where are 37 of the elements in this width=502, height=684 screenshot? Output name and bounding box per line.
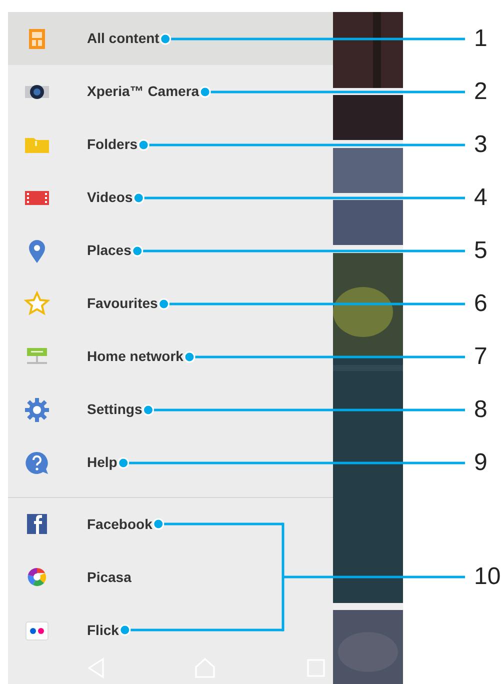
- callout-number: 10: [474, 565, 501, 589]
- menu-label: Settings: [87, 400, 142, 419]
- menu-item[interactable]: Favourites: [8, 277, 333, 330]
- menu-label: Places: [87, 241, 132, 260]
- menu-label: Help: [87, 453, 118, 472]
- menu-item[interactable]: Videos: [8, 171, 333, 224]
- menu-label: Favourites: [87, 294, 158, 313]
- menu-item[interactable]: Help: [8, 436, 333, 489]
- menu-item[interactable]: Folders: [8, 118, 333, 171]
- menu-label: Picasa: [87, 568, 132, 587]
- settings-icon: [24, 396, 50, 422]
- callout-number: 8: [474, 398, 488, 422]
- callout-number: 5: [474, 239, 488, 263]
- menu-label: Facebook: [87, 514, 152, 534]
- callout-number: 9: [474, 451, 488, 475]
- menu-item[interactable]: Facebook: [8, 498, 333, 551]
- star-icon: [24, 290, 50, 316]
- menu-item[interactable]: All content: [8, 12, 333, 65]
- menu-item[interactable]: Xperia™ Camera: [8, 65, 333, 118]
- help-icon: [24, 450, 50, 476]
- callout-number: 3: [474, 133, 488, 157]
- menu-item[interactable]: Picasa: [8, 550, 333, 604]
- menu-item[interactable]: Home network: [8, 330, 333, 383]
- menu-label: All content: [87, 29, 160, 48]
- callout-number: 4: [474, 186, 488, 210]
- menu-label: Videos: [87, 188, 133, 207]
- menu-label: Home network: [87, 347, 184, 366]
- menu-item[interactable]: Places: [8, 224, 333, 277]
- callout-number: 2: [474, 80, 488, 104]
- callout-number: 1: [474, 27, 488, 51]
- menu-item[interactable]: Flick: [8, 604, 333, 657]
- callout-number: 6: [474, 292, 488, 316]
- menu-label: Flick: [87, 620, 119, 640]
- callout-number: 7: [474, 345, 488, 369]
- menu-label: Xperia™ Camera: [87, 82, 200, 101]
- menu-label: Folders: [87, 135, 138, 154]
- menu-item[interactable]: Settings: [8, 383, 333, 436]
